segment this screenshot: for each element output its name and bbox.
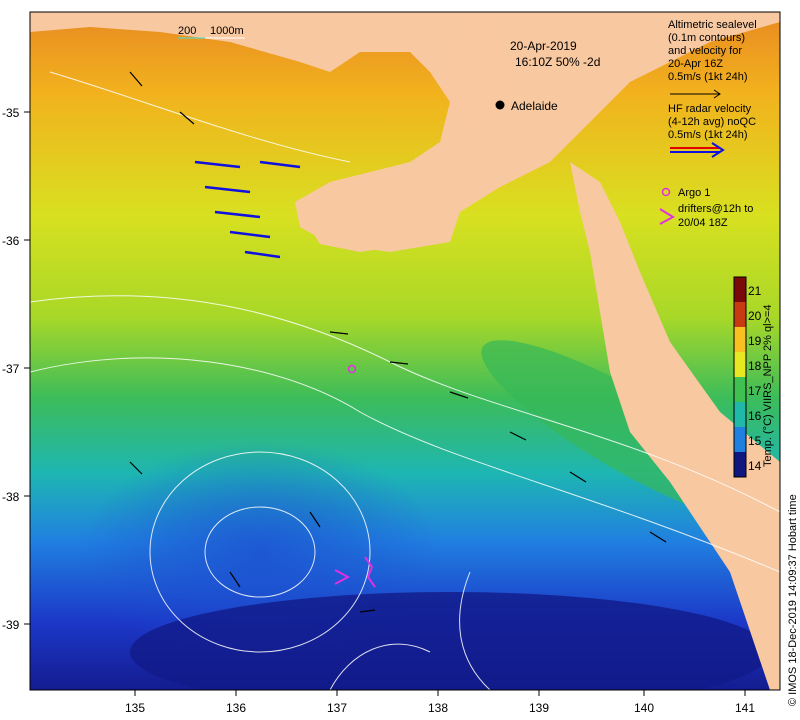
colorbar-tick-18: 18 (748, 359, 762, 373)
lon-tick-136: 136 (226, 701, 246, 715)
map-figure: Adelaide 20-Apr-2019 16:10Z 50% -2d 200 … (0, 0, 800, 720)
lon-tick-137: 137 (327, 701, 347, 715)
drifter-legend-line-0: drifters@12h to (678, 203, 753, 215)
lon-tick-135: 135 (125, 701, 145, 715)
colorbar-title: Temp. (°C) VIIRS_NPP 2% ql>=4 (762, 304, 774, 467)
altimetry-legend-line-0: Altimetric sealevel (668, 19, 757, 31)
lon-tick-141: 141 (735, 701, 755, 715)
scale-label-200: 200 (178, 25, 196, 37)
colorbar-swatch-21 (734, 277, 746, 302)
colorbar-tick-19: 19 (748, 334, 762, 348)
colorbar-swatch-14 (734, 452, 746, 477)
map-date: 20-Apr-2019 (510, 39, 577, 53)
map-time-line: 16:10Z 50% -2d (515, 55, 600, 69)
colorbar-tick-21: 21 (748, 284, 762, 298)
lon-tick-140: 140 (634, 701, 654, 715)
colorbar-swatch-17 (734, 377, 746, 402)
altimetry-legend-line-1: (0.1m contours) (668, 32, 745, 44)
colorbar-tick-16: 16 (748, 409, 762, 423)
adelaide-marker (495, 100, 505, 110)
hf-legend-line-1: (4-12h avg) noQC (668, 116, 756, 128)
adelaide-label: Adelaide (511, 99, 558, 113)
altimetry-legend-line-2: and velocity for (668, 45, 742, 57)
altimetry-legend-line-3: 20-Apr 16Z (668, 58, 723, 70)
colorbar-tick-17: 17 (748, 384, 762, 398)
scale-label-1000: 1000m (210, 25, 244, 37)
colorbar-swatch-15 (734, 427, 746, 452)
depth-scale-bar: 200 1000m (178, 25, 245, 39)
hf-legend-line-2: 0.5m/s (1kt 24h) (668, 129, 747, 141)
latitude-ticks: -35 -36 -37 -38 -39 (2, 106, 30, 632)
altimetry-legend-line-4: 0.5m/s (1kt 24h) (668, 71, 747, 83)
colorbar-swatch-19 (734, 327, 746, 352)
lon-tick-138: 138 (428, 701, 448, 715)
hf-legend-line-0: HF radar velocity (668, 103, 752, 115)
altimetry-legend: Altimetric sealevel (0.1m contours) and … (668, 19, 757, 99)
argo-legend-label: Argo 1 (678, 187, 710, 199)
lat-tick-38: -38 (2, 490, 20, 504)
map-panel: Adelaide 20-Apr-2019 16:10Z 50% -2d 200 … (30, 12, 780, 690)
colorbar-swatch-18 (734, 352, 746, 377)
colorbar-tick-20: 20 (748, 309, 762, 323)
longitude-ticks: 135 136 137 138 139 140 141 (125, 690, 755, 715)
lat-tick-37: -37 (2, 362, 20, 376)
colorbar-tick-14: 14 (748, 459, 762, 473)
lat-tick-35: -35 (2, 106, 20, 120)
lon-tick-139: 139 (529, 701, 549, 715)
credit-text: © IMOS 18-Dec-2019 14:09:37 Hobart time (787, 494, 799, 706)
colorbar-tick-15: 15 (748, 434, 762, 448)
colorbar-swatch-20 (734, 302, 746, 327)
lat-tick-36: -36 (2, 234, 20, 248)
lat-tick-39: -39 (2, 618, 20, 632)
drifter-legend-line-1: 20/04 18Z (678, 217, 728, 229)
colorbar-swatch-16 (734, 402, 746, 427)
